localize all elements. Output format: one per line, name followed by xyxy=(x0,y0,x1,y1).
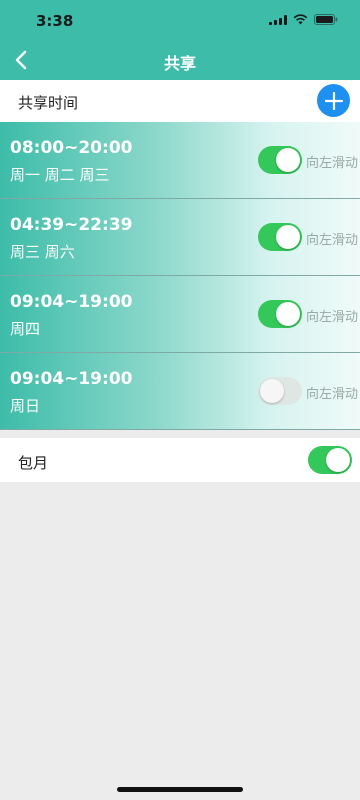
slot-days: 周四 xyxy=(10,320,41,338)
toggle-knob xyxy=(326,448,350,472)
slot-toggle[interactable] xyxy=(258,377,302,405)
swipe-left-hint: 向左滑动 xyxy=(305,387,358,402)
slot-toggle[interactable] xyxy=(258,223,302,251)
time-slot-row[interactable]: 08:00~20:00 周一 周二 周三 向左滑动 xyxy=(0,122,360,199)
toggle-knob xyxy=(276,148,300,172)
wifi-icon xyxy=(293,14,308,25)
swipe-left-hint: 向左滑动 xyxy=(305,156,358,171)
slot-toggle[interactable] xyxy=(258,146,302,174)
swipe-left-hint: 向左滑动 xyxy=(305,310,358,325)
slot-time: 04:39~22:39 xyxy=(10,215,133,235)
home-indicator xyxy=(117,787,243,792)
share-time-header: 共享时间 xyxy=(0,80,360,122)
status-time: 3:38 xyxy=(36,12,74,30)
status-icons xyxy=(269,14,338,25)
slot-days: 周一 周二 周三 xyxy=(10,166,110,184)
slot-toggle[interactable] xyxy=(258,300,302,328)
time-slot-row[interactable]: 09:04~19:00 周日 向左滑动 xyxy=(0,353,360,430)
slot-time: 09:04~19:00 xyxy=(10,369,133,389)
app-header: 3:38 共享 xyxy=(0,0,360,80)
toggle-knob xyxy=(276,225,300,249)
section-title: 共享时间 xyxy=(18,94,79,112)
time-slot-list: 08:00~20:00 周一 周二 周三 向左滑动 04:39~22:39 周三… xyxy=(0,122,360,430)
monthly-row: 包月 xyxy=(0,438,360,482)
plus-icon xyxy=(324,91,343,110)
page-title: 共享 xyxy=(163,54,196,73)
monthly-label: 包月 xyxy=(18,454,49,472)
battery-icon xyxy=(314,14,338,25)
monthly-toggle[interactable] xyxy=(308,446,352,474)
slot-days: 周日 xyxy=(10,397,41,415)
slot-days: 周三 周六 xyxy=(10,243,75,261)
slot-time: 09:04~19:00 xyxy=(10,292,133,312)
time-slot-row[interactable]: 09:04~19:00 周四 向左滑动 xyxy=(0,276,360,353)
swipe-left-hint: 向左滑动 xyxy=(305,233,358,248)
signal-icon xyxy=(269,14,287,25)
time-slot-row[interactable]: 04:39~22:39 周三 周六 向左滑动 xyxy=(0,199,360,276)
slot-time: 08:00~20:00 xyxy=(10,138,133,158)
add-button[interactable] xyxy=(317,84,350,117)
toggle-knob xyxy=(260,379,284,403)
section-divider xyxy=(0,430,360,438)
toggle-knob xyxy=(276,302,300,326)
